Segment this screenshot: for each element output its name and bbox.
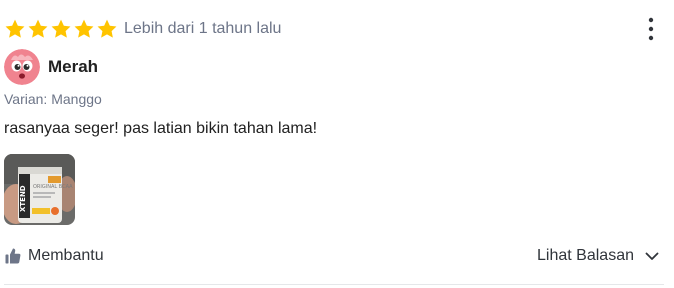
review-card: Lebih dari 1 tahun lalu Merah Varian: Ma [0, 0, 674, 288]
star-icon [73, 18, 95, 40]
helpful-button[interactable]: Membantu [4, 244, 104, 268]
star-icon [27, 18, 49, 40]
chevron-down-icon [644, 248, 660, 264]
review-photo-thumbnail[interactable]: XTEND ORIGINAL BCAA [4, 154, 75, 225]
star-icon [4, 18, 26, 40]
rating-row: Lebih dari 1 tahun lalu [4, 18, 281, 40]
variant-label: Varian: Manggo [4, 91, 102, 107]
more-options-button[interactable] [640, 16, 662, 42]
review-text: rasanyaa seger! pas latian bikin tahan l… [4, 120, 318, 137]
thumbs-up-icon [4, 247, 22, 265]
photo-product-text: ORIGINAL BCAA [33, 184, 73, 190]
avatar[interactable] [4, 49, 40, 85]
photo-brand-text: XTEND [19, 185, 27, 212]
helpful-label: Membantu [28, 247, 104, 264]
kebab-menu-icon [648, 17, 654, 41]
star-icon [96, 18, 118, 40]
star-icon [50, 18, 72, 40]
review-time: Lebih dari 1 tahun lalu [124, 20, 282, 37]
view-replies-button[interactable]: Lihat Balasan [537, 244, 660, 268]
divider [4, 284, 664, 285]
view-replies-label: Lihat Balasan [537, 247, 634, 264]
reviewer-row: Merah [4, 48, 98, 86]
star-rating [4, 18, 119, 40]
reviewer-name[interactable]: Merah [48, 57, 98, 77]
